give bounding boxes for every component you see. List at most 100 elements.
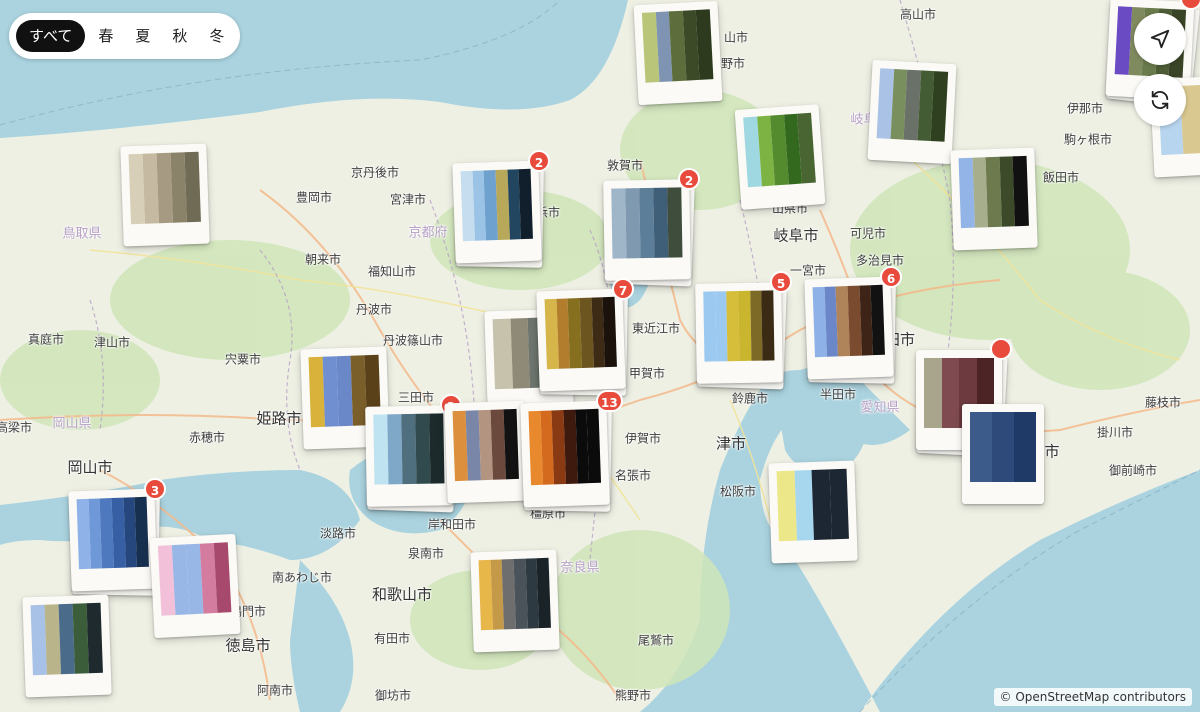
refresh-icon <box>1151 90 1169 110</box>
city-label-okayama: 岡山市 <box>67 458 113 477</box>
city-label-himeji: 姫路市 <box>256 409 302 428</box>
city-label-ichinomiya: 一宮市 <box>789 263 827 278</box>
city-label-tokushima: 徳島市 <box>225 636 271 655</box>
palette-marker-m17[interactable]: 13 <box>520 390 623 512</box>
palette-card <box>734 104 826 210</box>
city-label-kishiwada: 岸和田市 <box>427 517 477 532</box>
color-swatch <box>184 151 201 223</box>
palette-swatches <box>452 408 519 482</box>
city-label-minamiawaji: 南あわじ市 <box>271 570 333 585</box>
color-swatch <box>602 296 617 368</box>
color-swatch <box>970 412 992 482</box>
palette-marker-m19[interactable] <box>962 404 1044 504</box>
city-label-gobo: 御坊市 <box>374 688 412 703</box>
city-label-matsusaka: 松阪市 <box>719 484 757 499</box>
city-label-iga: 伊賀市 <box>624 431 662 446</box>
palette-swatches <box>611 187 683 259</box>
palette-marker-m14[interactable]: 6 <box>804 266 902 384</box>
city-label-anan: 阿南市 <box>256 683 294 698</box>
city-label-ina: 伊那市 <box>1066 101 1104 116</box>
city-label-gifu: 岐阜市 <box>773 226 819 245</box>
palette-card <box>452 160 542 264</box>
palette-marker-m5[interactable] <box>734 104 826 210</box>
city-label-kumano: 熊野市 <box>614 688 652 703</box>
city-label-tambasasayama: 丹波篠山市 <box>382 333 444 348</box>
city-label-iida: 飯田市 <box>1042 170 1080 185</box>
palette-marker-m22[interactable] <box>149 533 241 639</box>
season-summer-button[interactable]: 夏 <box>126 20 159 52</box>
palette-marker-m15[interactable]: 3 <box>365 394 462 513</box>
palette-card <box>120 143 210 247</box>
palette-marker-m12[interactable]: 7 <box>536 278 634 396</box>
color-swatch <box>696 9 714 80</box>
city-label-shiso: 宍粟市 <box>224 352 262 367</box>
palette-marker-m16[interactable] <box>444 400 528 504</box>
city-label-kakegawa: 掛川市 <box>1096 425 1134 440</box>
map-attribution[interactable]: © OpenStreetMap contributors <box>993 688 1192 706</box>
palette-marker-m2[interactable]: 2 <box>452 150 550 268</box>
palette-swatches <box>958 155 1029 229</box>
city-label-fujieda: 藤枝市 <box>1144 395 1182 410</box>
locate-button[interactable] <box>1134 13 1186 65</box>
map-view[interactable]: 京丹後市 豊岡市 宮津市 京都府 鳥取県 朝来市 福知山市 丹波市 丹波篠山市 真庭市 津山市 宍粟市… <box>0 0 1200 712</box>
palette-card <box>444 400 528 504</box>
color-swatch <box>930 71 949 142</box>
palette-swatches <box>641 9 714 83</box>
city-label-wakayama: 和歌山市 <box>371 585 433 604</box>
palette-card <box>962 404 1044 504</box>
palette-marker-m3[interactable]: 2 <box>603 168 700 287</box>
palette-card <box>695 282 783 384</box>
city-label-ako: 赤穂市 <box>188 430 226 445</box>
color-swatch <box>829 468 849 540</box>
season-filter: すべて 春 夏 秋 冬 <box>9 13 241 59</box>
palette-marker-m4[interactable] <box>633 0 723 106</box>
city-label-tamba: 丹波市 <box>355 302 393 317</box>
city-label-hashima: 市 <box>1044 442 1060 461</box>
season-spring-button[interactable]: 春 <box>89 20 122 52</box>
city-label-tottoriken: 鳥取県 <box>62 226 102 242</box>
navigation-arrow-icon <box>1150 29 1170 49</box>
palette-marker-m1[interactable] <box>120 143 210 247</box>
palette-swatches <box>703 290 775 362</box>
city-label-nabari: 名張市 <box>614 468 652 483</box>
city-label-sennan: 泉南市 <box>407 546 445 561</box>
city-label-naraken: 奈良県 <box>560 560 600 576</box>
palette-swatches <box>528 408 602 486</box>
city-label-ono: 野市 <box>720 56 746 71</box>
color-swatch <box>639 187 655 259</box>
palette-marker-m7[interactable] <box>950 147 1038 251</box>
season-winter-button[interactable]: 冬 <box>200 20 233 52</box>
color-swatch <box>373 414 389 485</box>
cluster-count-badge: 5 <box>770 271 792 293</box>
city-label-asago: 朝来市 <box>304 252 342 267</box>
color-swatch <box>992 412 1014 482</box>
color-swatch <box>86 602 103 674</box>
city-label-sanda: 三田市 <box>397 390 435 405</box>
palette-marker-m21[interactable]: 3 <box>68 478 166 596</box>
season-autumn-button[interactable]: 秋 <box>163 20 196 52</box>
palette-marker-m23[interactable] <box>22 594 112 698</box>
palette-marker-m13[interactable]: 5 <box>695 271 792 390</box>
city-label-aichiken: 愛知県 <box>860 400 900 416</box>
city-label-tsu: 津市 <box>715 434 747 453</box>
color-swatch <box>401 413 417 485</box>
palette-card <box>470 549 560 653</box>
city-label-kani: 可児市 <box>849 226 887 241</box>
color-swatch <box>536 557 551 629</box>
palette-swatches <box>876 68 949 142</box>
city-label-suzuka: 鈴鹿市 <box>731 391 769 406</box>
color-swatch <box>429 413 445 484</box>
city-label-kyotango: 京丹後市 <box>350 165 400 180</box>
refresh-button[interactable] <box>1134 74 1186 126</box>
color-swatch <box>667 187 683 258</box>
palette-marker-m20[interactable] <box>768 460 858 564</box>
city-label-tajimi: 多治見市 <box>855 253 905 268</box>
palette-marker-m24[interactable] <box>470 549 560 653</box>
cluster-count-badge: 6 <box>880 266 902 288</box>
palette-marker-m6[interactable] <box>867 59 957 165</box>
city-label-omaezaki: 御前崎市 <box>1108 463 1158 478</box>
color-swatch <box>761 290 775 361</box>
season-all-button[interactable]: すべて <box>16 20 86 52</box>
palette-swatches <box>478 557 551 631</box>
city-label-tsuyama: 津山市 <box>93 335 131 350</box>
